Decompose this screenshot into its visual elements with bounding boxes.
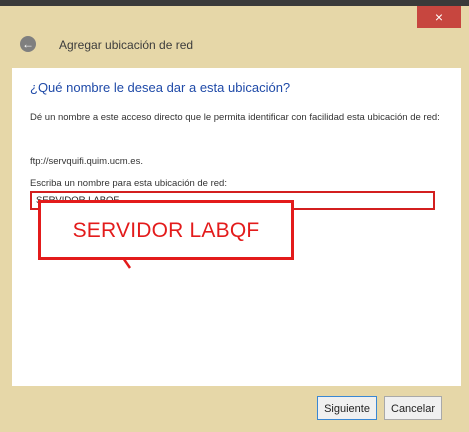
cancel-button[interactable]: Cancelar [384,396,442,420]
annotation-callout: SERVIDOR LABQF [38,200,294,260]
wizard-footer: Siguiente Cancelar [12,386,461,432]
annotation-text: SERVIDOR LABQF [72,219,260,242]
next-button[interactable]: Siguiente [317,396,377,420]
